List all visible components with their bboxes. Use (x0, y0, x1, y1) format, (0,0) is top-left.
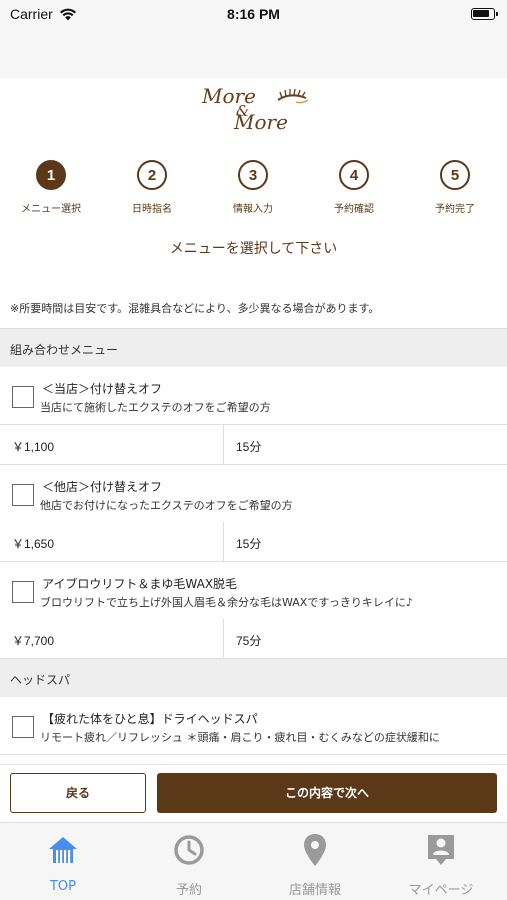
tab-label: 予約 (175, 883, 202, 898)
progress-steps: 1 メニュー選択 2 日時指名 3 情報入力 4 予約確認 5 予約完了 (0, 160, 507, 220)
menu-item-duration: 75分 (236, 634, 262, 648)
column-divider (223, 425, 224, 465)
nav-bar (0, 30, 507, 78)
menu-item-name: ＜当店＞付け替えオフ (42, 382, 163, 396)
brand-logo: More & More (190, 82, 320, 138)
tab-label: TOP (49, 879, 76, 894)
menu-item-price: ￥1,650 (12, 537, 55, 551)
step-number: 2 (137, 160, 167, 190)
next-button[interactable]: この内容で次へ (157, 773, 497, 813)
logo-text-line2: More (234, 110, 288, 134)
clock-time: 8:16 PM (227, 6, 280, 22)
battery-icon (471, 8, 498, 20)
step-label: メニュー選択 (21, 204, 81, 215)
menu-item-price-row: ￥1,650 15分 (0, 522, 507, 562)
menu-item-duration: 15分 (236, 440, 262, 454)
section-header: 組み合わせメニュー (0, 328, 507, 368)
tab-store-info[interactable]: 店舗情報 (252, 831, 378, 898)
step-label: 情報入力 (233, 204, 273, 215)
status-bar: Carrier 8:16 PM (0, 0, 507, 30)
screen: Carrier 8:16 PM More & More 1 メニュー選択 2 日 (0, 0, 507, 900)
section-header: ヘッドスパ (0, 658, 507, 698)
menu-item-price-row: ￥7,700 75分 (0, 619, 507, 659)
menu-item-checkbox[interactable] (12, 716, 34, 738)
step-number: 3 (238, 160, 268, 190)
notice-text: ※所要時間は目安です。混雑具合などにより、多少異なる場合があります。 (10, 302, 380, 315)
menu-item-description: 他店でお付けになったエクステのオフをご希望の方 (40, 499, 293, 512)
menu-item-name: アイブロウリフト＆まゆ毛WAX脱毛 (42, 577, 238, 591)
action-bar: 戻る この内容で次へ (0, 764, 507, 822)
menu-item-description: 当店にて施術したエクステのオフをご希望の方 (40, 401, 271, 414)
step-label: 予約確認 (334, 204, 374, 215)
menu-item-checkbox[interactable] (12, 484, 34, 506)
menu-item[interactable]: アイブロウリフト＆まゆ毛WAX脱毛 ブロウリフトで立ち上げ外国人眉毛＆余分な毛は… (0, 562, 507, 620)
tab-label: 店舗情報 (288, 883, 341, 898)
person-badge-icon (378, 831, 504, 869)
location-pin-icon (252, 831, 378, 869)
menu-item[interactable]: 【疲れた体をひと息】ドライヘッドスパ リモート疲れ／リフレッシュ ＊頭痛・肩こり… (0, 697, 507, 755)
tab-mypage[interactable]: マイページ (378, 831, 504, 898)
tab-bar: TOP 予約 店舗情報 マイページ (0, 822, 507, 900)
menu-item[interactable]: ＜他店＞付け替えオフ 他店でお付けになったエクステのオフをご希望の方 (0, 465, 507, 523)
menu-item-checkbox[interactable] (12, 386, 34, 408)
menu-item-name: 【疲れた体をひと息】ドライヘッドスパ (42, 712, 258, 726)
menu-item-price: ￥7,700 (12, 634, 55, 648)
tab-label: マイページ (408, 883, 474, 898)
menu-item-description: リモート疲れ／リフレッシュ ＊頭痛・肩こり・疲れ目・むくみなどの症状緩和に (40, 731, 440, 744)
menu-item-description: ブロウリフトで立ち上げ外国人眉毛＆余分な毛はWAXですっきりキレイに♪ (40, 596, 413, 609)
menu-item-checkbox[interactable] (12, 581, 34, 603)
clock-icon (126, 831, 252, 869)
menu-item-duration: 15分 (236, 537, 262, 551)
step-5: 5 予約完了 (415, 160, 495, 215)
column-divider (223, 619, 224, 659)
menu-item-price-row: ￥1,100 15分 (0, 425, 507, 465)
menu-item[interactable]: ＜当店＞付け替えオフ 当店にて施術したエクステのオフをご希望の方 (0, 367, 507, 425)
column-divider (223, 522, 224, 562)
page-title: メニューを選択して下さい (169, 241, 338, 257)
step-label: 日時指名 (132, 204, 172, 215)
step-label: 予約完了 (435, 204, 475, 215)
step-1: 1 メニュー選択 (11, 160, 91, 215)
step-number: 4 (339, 160, 369, 190)
step-3: 3 情報入力 (213, 160, 293, 215)
menu-item-price: ￥1,100 (12, 440, 55, 454)
home-icon (0, 831, 126, 869)
step-2: 2 日時指名 (112, 160, 192, 215)
step-number: 5 (440, 160, 470, 190)
step-4: 4 予約確認 (314, 160, 394, 215)
step-number: 1 (36, 160, 66, 190)
menu-item-name: ＜他店＞付け替えオフ (42, 480, 163, 494)
tab-reservation[interactable]: 予約 (126, 831, 252, 898)
back-button[interactable]: 戻る (10, 773, 146, 813)
tab-top[interactable]: TOP (0, 831, 126, 894)
eyelash-icon (277, 88, 309, 104)
